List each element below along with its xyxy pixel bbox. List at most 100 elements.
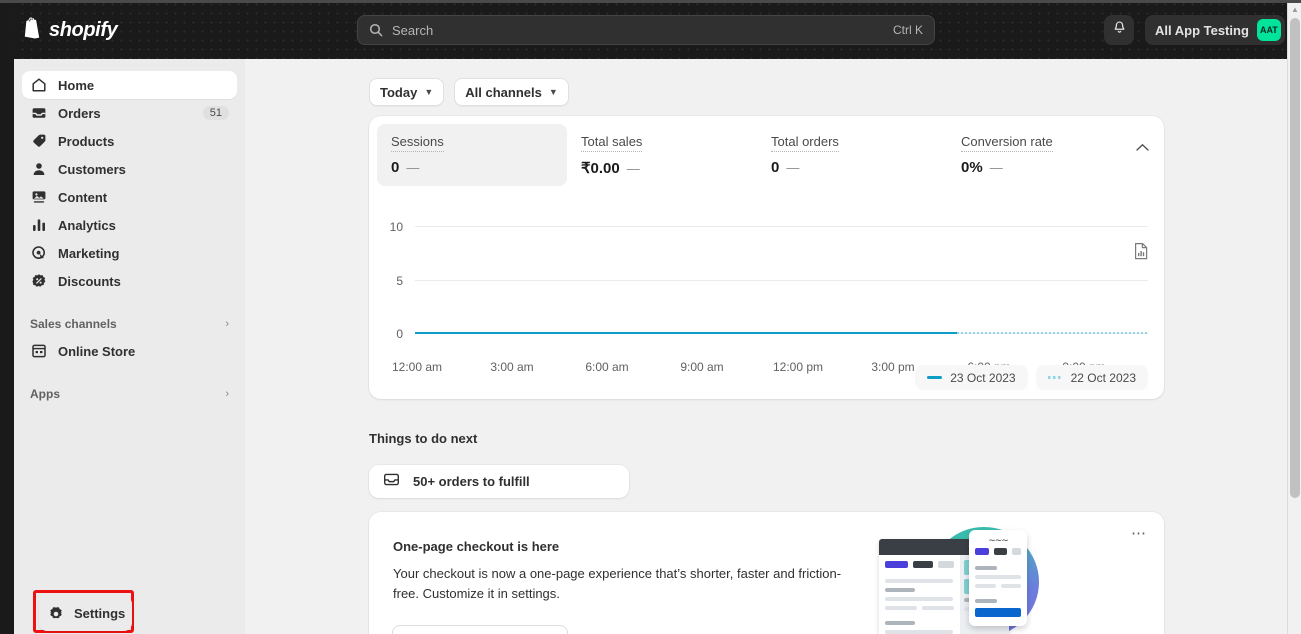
sidebar-item-label: Orders bbox=[58, 105, 101, 121]
channel-filter[interactable]: All channels ▼ bbox=[454, 78, 569, 106]
bar-chart-icon bbox=[30, 217, 47, 234]
legend-item-previous[interactable]: 22 Oct 2023 bbox=[1035, 365, 1148, 390]
scrollbar-thumb[interactable] bbox=[1290, 18, 1300, 498]
chevron-right-icon: › bbox=[225, 318, 229, 330]
sidebar-item-label: Customers bbox=[58, 161, 126, 177]
sidebar-item-marketing[interactable]: Marketing bbox=[22, 239, 237, 267]
metric-delta: — bbox=[406, 160, 420, 175]
orders-inbox-icon bbox=[30, 105, 47, 122]
legend-item-current[interactable]: 23 Oct 2023 bbox=[915, 365, 1028, 390]
sidebar-section-apps[interactable]: Apps › bbox=[22, 381, 237, 407]
sidebar-item-label: Products bbox=[58, 133, 115, 149]
sidebar-item-analytics[interactable]: Analytics bbox=[22, 211, 237, 239]
metric-sessions[interactable]: Sessions 0 — bbox=[377, 124, 567, 186]
sidebar-item-label: Analytics bbox=[58, 217, 116, 233]
metric-conversion-rate[interactable]: Conversion rate 0% — bbox=[947, 124, 1137, 186]
vertical-scrollbar[interactable]: ▲ bbox=[1287, 0, 1301, 634]
collapse-card-button[interactable] bbox=[1130, 136, 1154, 160]
storefront-icon bbox=[30, 343, 47, 360]
shopify-admin-window: shopify Search Ctrl K All App Testing AA… bbox=[0, 0, 1301, 634]
sidebar-item-label: Discounts bbox=[58, 273, 121, 289]
metric-label: Conversion rate bbox=[961, 134, 1053, 152]
home-icon bbox=[30, 77, 47, 94]
series-line-previous-day bbox=[957, 332, 1148, 334]
search-input[interactable]: Search Ctrl K bbox=[357, 15, 935, 45]
sidebar-item-label: Marketing bbox=[58, 245, 120, 261]
content-image-icon bbox=[30, 189, 47, 206]
avatar: AAT bbox=[1256, 19, 1281, 41]
mobile-checkout-mock: ∼∼∼ bbox=[969, 530, 1027, 626]
go-to-checkout-settings-button[interactable]: Go to checkout settings bbox=[392, 625, 569, 634]
metric-label: Total sales bbox=[581, 134, 643, 152]
y-tick-label: 5 bbox=[396, 274, 403, 288]
sidebar-item-online-store[interactable]: Online Store bbox=[22, 337, 237, 365]
orders-inbox-icon bbox=[383, 471, 400, 493]
top-bar: shopify Search Ctrl K All App Testing AA… bbox=[0, 0, 1287, 59]
metrics-row: Sessions 0 — Total sales ₹0.00 — Total o… bbox=[369, 116, 1164, 186]
metric-delta: — bbox=[989, 160, 1003, 175]
legend-label: 23 Oct 2023 bbox=[950, 370, 1016, 385]
sidebar-nav: Home Orders 51 Products Customers Conten… bbox=[14, 59, 245, 407]
ellipsis-horizontal-icon[interactable]: ⋯ bbox=[1131, 524, 1148, 542]
account-menu-button[interactable]: All App Testing AAT bbox=[1145, 15, 1285, 45]
chart-legend: 23 Oct 2023 22 Oct 2023 bbox=[369, 365, 1164, 390]
sidebar-item-orders[interactable]: Orders 51 bbox=[22, 99, 237, 127]
sidebar-item-label: Content bbox=[58, 189, 108, 205]
section-label: Sales channels bbox=[30, 317, 117, 331]
solid-line-marker-icon bbox=[927, 376, 943, 379]
sidebar-item-label: Online Store bbox=[58, 343, 136, 359]
todo-label: 50+ orders to fulfill bbox=[413, 474, 530, 489]
shopify-bag-icon bbox=[22, 17, 42, 44]
sidebar-section-sales-channels[interactable]: Sales channels › bbox=[22, 311, 237, 337]
sidebar-item-customers[interactable]: Customers bbox=[22, 155, 237, 183]
chevron-down-icon: ▼ bbox=[424, 87, 434, 97]
person-icon bbox=[30, 161, 47, 178]
sidebar-item-content[interactable]: Content bbox=[22, 183, 237, 211]
channel-label: All channels bbox=[465, 84, 542, 100]
dotted-line-marker-icon bbox=[1047, 376, 1063, 379]
bell-icon bbox=[1112, 20, 1127, 40]
promo-title: One-page checkout is here bbox=[393, 539, 560, 554]
main-content: Today ▼ All channels ▼ Sessions 0 — Tota… bbox=[245, 59, 1287, 634]
metric-total-sales[interactable]: Total sales ₹0.00 — bbox=[567, 124, 757, 186]
left-gutter bbox=[0, 0, 14, 634]
marketing-target-icon bbox=[30, 245, 47, 262]
settings-highlight-box: Settings bbox=[33, 590, 134, 633]
shopify-logo[interactable]: shopify bbox=[22, 17, 118, 44]
sidebar-item-products[interactable]: Products bbox=[22, 127, 237, 155]
search-icon bbox=[369, 23, 383, 37]
date-range-label: Today bbox=[380, 84, 418, 100]
sessions-line-chart: 10 5 0 12:00 am 3:00 am 6:00 am 9:00 am … bbox=[369, 202, 1164, 374]
checkout-illustration: ∼∼∼ ∼∼∼ bbox=[877, 516, 1052, 634]
sidebar-item-home[interactable]: Home bbox=[22, 71, 237, 99]
caret-up-icon[interactable]: ▲ bbox=[1291, 5, 1299, 14]
gridline bbox=[415, 226, 1148, 227]
notifications-button[interactable] bbox=[1104, 15, 1134, 45]
y-tick-label: 0 bbox=[396, 327, 403, 341]
section-label: Apps bbox=[30, 387, 60, 401]
gridline bbox=[415, 280, 1148, 281]
date-range-filter[interactable]: Today ▼ bbox=[369, 78, 445, 106]
series-line-current-day bbox=[415, 332, 957, 334]
gear-icon bbox=[47, 605, 64, 622]
metric-total-orders[interactable]: Total orders 0 — bbox=[757, 124, 947, 186]
settings-button[interactable]: Settings bbox=[39, 596, 132, 631]
legend-label: 22 Oct 2023 bbox=[1070, 370, 1136, 385]
promo-body: Your checkout is now a one-page experien… bbox=[393, 566, 842, 601]
y-tick-label: 10 bbox=[389, 220, 403, 234]
todo-item-orders-to-fulfill[interactable]: 50+ orders to fulfill bbox=[369, 465, 629, 498]
metric-value: ₹0.00 bbox=[581, 160, 620, 177]
metric-value: 0% bbox=[961, 159, 983, 176]
filter-bar: Today ▼ All channels ▼ bbox=[369, 78, 569, 106]
metric-label: Sessions bbox=[391, 134, 444, 152]
chevron-down-icon: ▼ bbox=[548, 87, 558, 97]
brand-name: shopify bbox=[49, 19, 118, 41]
window-top-edge bbox=[0, 0, 1301, 3]
metric-value: 0 bbox=[391, 159, 400, 176]
search-placeholder: Search bbox=[392, 22, 434, 38]
chevron-right-icon: › bbox=[225, 388, 229, 400]
sidebar-item-label: Home bbox=[58, 77, 95, 93]
sidebar-item-discounts[interactable]: Discounts bbox=[22, 267, 237, 295]
sidebar: Home Orders 51 Products Customers Conten… bbox=[14, 59, 245, 634]
